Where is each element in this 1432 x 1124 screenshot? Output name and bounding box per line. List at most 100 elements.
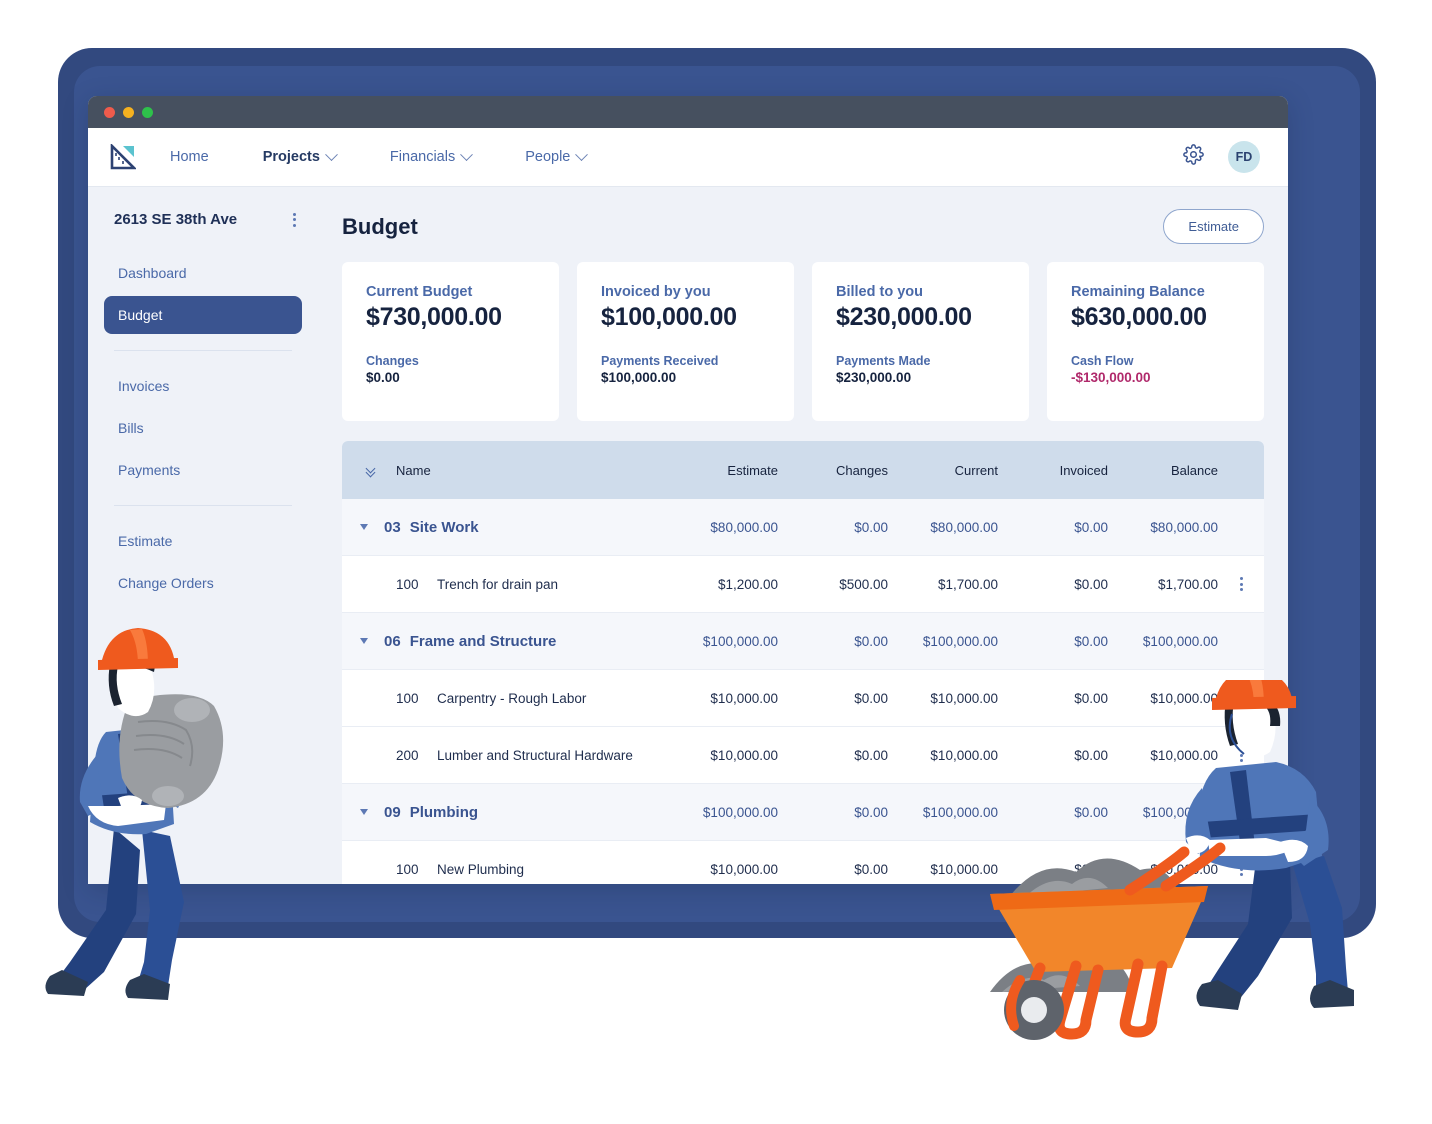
set-square-logo[interactable] <box>110 142 138 170</box>
estimate-button[interactable]: Estimate <box>1163 209 1264 244</box>
row-actions[interactable] <box>1218 691 1264 705</box>
window-titlebar <box>88 96 1288 128</box>
row-code: 100 <box>396 576 419 592</box>
card-current-budget: Current Budget $730,000.00 Changes $0.00 <box>342 262 559 421</box>
cell-balance: $1,700.00 <box>1157 576 1218 592</box>
cell-balance: $100,000.00 <box>1142 633 1218 649</box>
sidebar-divider <box>114 505 292 506</box>
column-header-name[interactable]: Name <box>380 463 668 478</box>
expand-triangle-icon[interactable] <box>360 638 368 644</box>
card-label: Current Budget <box>366 284 473 300</box>
summary-cards: Current Budget $730,000.00 Changes $0.00… <box>342 262 1264 421</box>
table-row[interactable]: 100 Trench for drain pan $1,200.00 $500.… <box>342 556 1264 613</box>
card-value: $630,000.00 <box>1071 303 1207 331</box>
cell-changes: $0.00 <box>854 747 888 763</box>
row-actions[interactable] <box>1218 748 1264 762</box>
row-name-cell: 09 Plumbing <box>368 804 668 821</box>
card-label: Remaining Balance <box>1071 284 1205 300</box>
cell-estimate: $1,200.00 <box>717 576 778 592</box>
card-sub-label: Changes <box>366 354 419 368</box>
window-minimize-button[interactable] <box>123 106 134 118</box>
cell-current: $10,000.00 <box>930 690 998 706</box>
row-code: 09 <box>384 803 401 821</box>
cell-invoiced: $0.00 <box>1074 633 1108 649</box>
gear-icon[interactable] <box>1183 144 1204 170</box>
sidebar-item-change-orders[interactable]: Change Orders <box>104 564 302 602</box>
column-header-estimate[interactable]: Estimate <box>668 463 778 478</box>
card-invoiced-by-you: Invoiced by you $100,000.00 Payments Rec… <box>577 262 794 421</box>
cell-changes: $0.00 <box>854 690 888 706</box>
sidebar-item-estimate[interactable]: Estimate <box>104 522 302 560</box>
row-code: 03 <box>384 518 401 536</box>
kebab-menu-icon[interactable] <box>1239 691 1243 705</box>
expand-triangle-icon[interactable] <box>360 524 368 530</box>
cell-changes: $500.00 <box>839 576 888 592</box>
sidebar-item-invoices[interactable]: Invoices <box>104 367 302 405</box>
double-chevron-down-icon[interactable] <box>360 463 380 477</box>
cell-invoiced: $0.00 <box>1074 690 1108 706</box>
table-header-row: Name Estimate Changes Current Invoiced B… <box>342 441 1264 499</box>
column-header-current[interactable]: Current <box>888 463 998 478</box>
sidebar-item-bills[interactable]: Bills <box>104 409 302 447</box>
nav-item-home[interactable]: Home <box>170 149 209 165</box>
sidebar-group-1: Dashboard Budget <box>104 254 302 334</box>
card-remaining-balance: Remaining Balance $630,000.00 Cash Flow … <box>1047 262 1264 421</box>
cell-current: $100,000.00 <box>922 633 998 649</box>
row-actions[interactable] <box>1218 577 1264 591</box>
cell-invoiced: $0.00 <box>1074 804 1108 820</box>
card-value: $100,000.00 <box>601 303 737 331</box>
nav-item-financials-label: Financials <box>389 149 456 165</box>
row-name-cell: 200 Lumber and Structural Hardware <box>360 748 668 763</box>
table-row[interactable]: 200 Lumber and Structural Hardware $10,0… <box>342 727 1264 784</box>
cell-estimate: $100,000.00 <box>702 633 778 649</box>
avatar[interactable]: FD <box>1228 141 1260 173</box>
sidebar: 2613 SE 38th Ave Dashboard Budget Invoic… <box>88 187 318 884</box>
main-content: Budget Estimate Current Budget $730,000.… <box>318 187 1288 884</box>
card-sub-value: $100,000.00 <box>601 370 677 385</box>
cell-invoiced: $0.00 <box>1074 747 1108 763</box>
sidebar-item-dashboard[interactable]: Dashboard <box>104 254 302 292</box>
cell-current: $10,000.00 <box>930 747 998 763</box>
row-code: 200 <box>396 747 419 763</box>
cell-balance: $100,000.00 <box>1142 804 1218 820</box>
cell-invoiced: $0.00 <box>1074 519 1108 535</box>
cell-changes: $0.00 <box>854 804 888 820</box>
sidebar-item-budget[interactable]: Budget <box>104 296 302 334</box>
kebab-menu-icon[interactable] <box>293 212 296 227</box>
kebab-menu-icon[interactable] <box>1239 748 1243 762</box>
nav-item-projects[interactable]: Projects <box>262 147 338 165</box>
card-sub-value: $230,000.00 <box>836 370 912 385</box>
expand-triangle-icon[interactable] <box>360 809 368 815</box>
card-sub-value: $0.00 <box>366 370 400 385</box>
kebab-menu-icon[interactable] <box>1239 577 1243 591</box>
cell-balance: $10,000.00 <box>1150 861 1218 877</box>
row-actions[interactable] <box>1218 862 1264 876</box>
window-close-button[interactable] <box>104 106 115 118</box>
window-maximize-button[interactable] <box>142 106 153 118</box>
row-name-cell: 03 Site Work <box>368 519 668 536</box>
sidebar-item-payments[interactable]: Payments <box>104 451 302 489</box>
column-header-balance[interactable]: Balance <box>1108 463 1218 478</box>
table-row[interactable]: 09 Plumbing $100,000.00 $0.00 $100,000.0… <box>342 784 1264 841</box>
cell-balance: $10,000.00 <box>1150 747 1218 763</box>
cell-estimate: $100,000.00 <box>702 804 778 820</box>
table-row[interactable]: 100 Carpentry - Rough Labor $10,000.00 $… <box>342 670 1264 727</box>
card-label: Billed to you <box>836 284 923 300</box>
sidebar-project-title: 2613 SE 38th Ave <box>114 211 238 228</box>
kebab-menu-icon[interactable] <box>1239 862 1243 876</box>
sidebar-group-3: Estimate Change Orders <box>104 522 302 602</box>
column-header-invoiced[interactable]: Invoiced <box>998 463 1108 478</box>
nav-item-people[interactable]: People <box>525 147 589 165</box>
row-title: Frame and Structure <box>409 632 557 650</box>
sidebar-group-2: Invoices Bills Payments <box>104 367 302 489</box>
chevron-down-icon <box>325 147 338 161</box>
table-row[interactable]: 100 New Plumbing $10,000.00 $0.00 $10,00… <box>342 841 1264 884</box>
card-sub-label: Payments Made <box>836 354 931 368</box>
table-row[interactable]: 06 Frame and Structure $100,000.00 $0.00… <box>342 613 1264 670</box>
column-header-changes[interactable]: Changes <box>778 463 888 478</box>
cell-current: $100,000.00 <box>922 804 998 820</box>
table-row[interactable]: 03 Site Work $80,000.00 $0.00 $80,000.00… <box>342 499 1264 556</box>
nav-item-financials[interactable]: Financials <box>389 147 474 165</box>
cell-invoiced: $0.00 <box>1074 861 1108 877</box>
nav-item-projects-label: Projects <box>262 149 320 165</box>
